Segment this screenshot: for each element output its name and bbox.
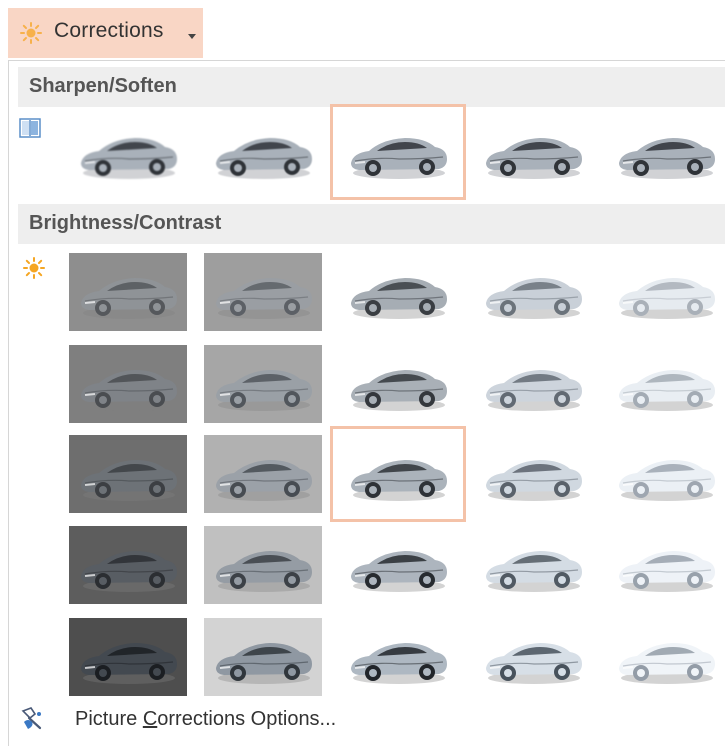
sharpen-option[interactable] [204, 113, 322, 191]
brightness-contrast-option[interactable] [474, 526, 592, 604]
brightness-contrast-option[interactable] [69, 526, 187, 604]
corrections-label: Corrections [54, 19, 164, 42]
brightness-contrast-option[interactable] [607, 253, 725, 331]
brightness-contrast-option[interactable] [607, 526, 725, 604]
corrections-dropdown: Corrections Sharpen/Soften Brightness/Co… [0, 0, 725, 746]
corrections-button[interactable]: Corrections [8, 8, 203, 58]
brightness-contrast-option[interactable] [607, 345, 725, 423]
brightness-sun-icon [23, 257, 45, 279]
brightness-contrast-option[interactable] [69, 253, 187, 331]
brightness-contrast-option[interactable] [204, 253, 322, 331]
brightness-contrast-option[interactable] [339, 345, 457, 423]
sharpen-option[interactable] [330, 104, 466, 200]
brightness-contrast-option[interactable] [204, 345, 322, 423]
brightness-contrast-option[interactable] [69, 618, 187, 696]
brightness-contrast-option[interactable] [204, 526, 322, 604]
sharpen-option[interactable] [607, 113, 725, 191]
brightness-contrast-title: Brightness/Contrast [29, 212, 222, 234]
brightness-contrast-option[interactable] [204, 435, 322, 513]
sharpen-icon [19, 118, 41, 138]
brightness-contrast-option[interactable] [607, 618, 725, 696]
chevron-down-icon [188, 34, 196, 39]
brightness-contrast-option[interactable] [69, 345, 187, 423]
sharpen-option[interactable] [474, 113, 592, 191]
sun-icon [20, 22, 42, 44]
brightness-contrast-option[interactable] [474, 618, 592, 696]
sharpen-option[interactable] [69, 113, 187, 191]
sharpen-soften-title: Sharpen/Soften [29, 75, 177, 97]
brightness-contrast-option[interactable] [339, 253, 457, 331]
brightness-contrast-header: Brightness/Contrast [18, 204, 725, 244]
brightness-contrast-option[interactable] [339, 618, 457, 696]
brightness-contrast-option[interactable] [69, 435, 187, 513]
picture-corrections-options-label: Picture Corrections Options... [75, 708, 337, 730]
gallery-panel: Sharpen/Soften Brightness/Contrast [8, 60, 725, 746]
picture-corrections-icon [21, 707, 42, 730]
brightness-contrast-option[interactable] [607, 435, 725, 513]
sharpen-soften-header: Sharpen/Soften [18, 67, 725, 107]
brightness-contrast-option[interactable] [474, 345, 592, 423]
brightness-contrast-option[interactable] [474, 253, 592, 331]
brightness-contrast-option[interactable] [204, 618, 322, 696]
brightness-contrast-option[interactable] [339, 526, 457, 604]
brightness-contrast-option[interactable] [330, 426, 466, 522]
picture-corrections-options-item[interactable]: Picture Corrections Options... [0, 695, 725, 746]
brightness-contrast-option[interactable] [474, 435, 592, 513]
